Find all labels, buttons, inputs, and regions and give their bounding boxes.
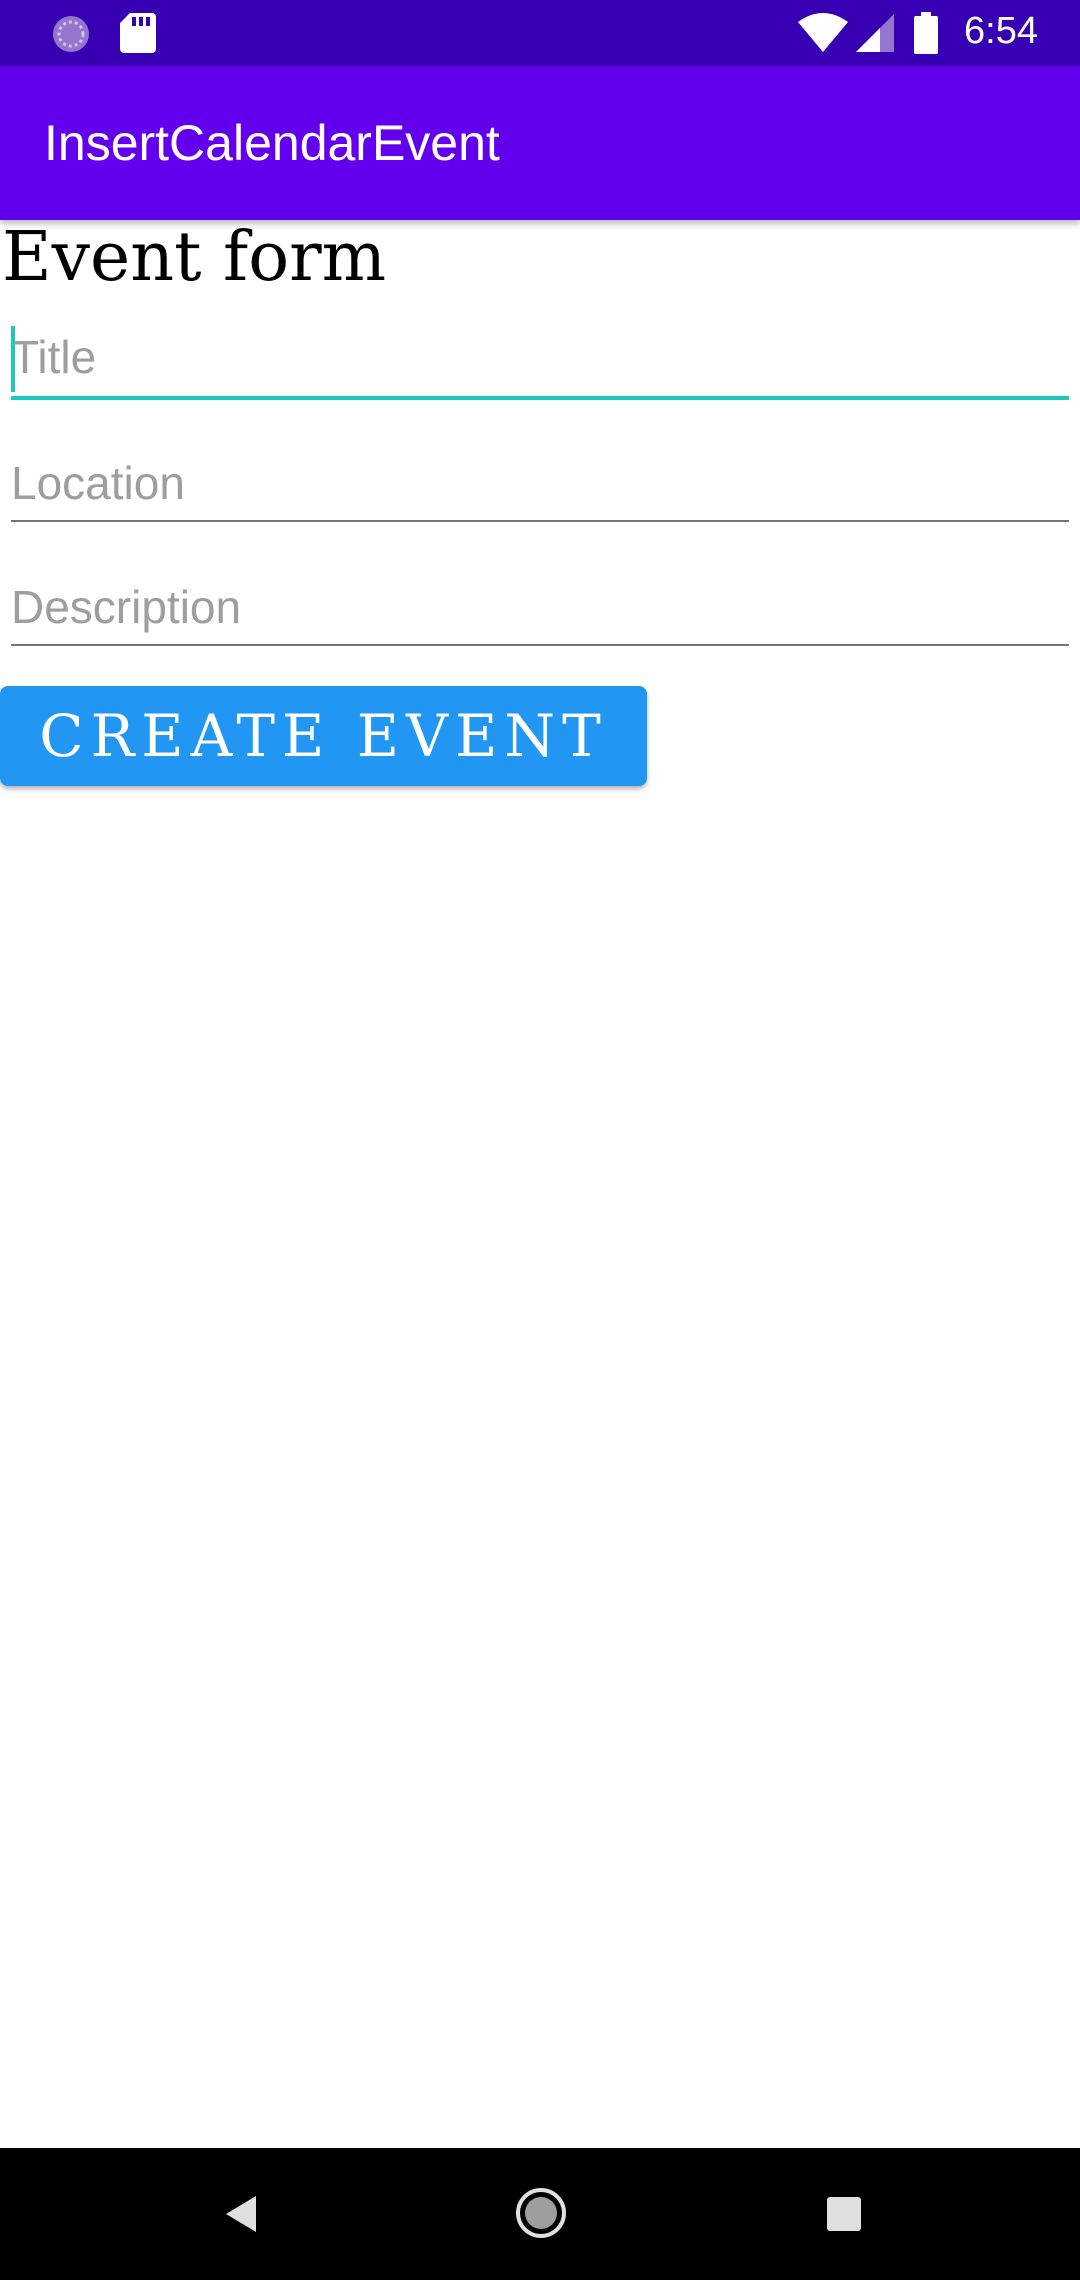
text-cursor bbox=[11, 326, 15, 392]
screen: 6:54 InsertCalendarEvent Event form CREA… bbox=[0, 0, 1080, 2280]
create-event-button[interactable]: CREATE EVENT bbox=[0, 686, 647, 786]
status-time: 6:54 bbox=[964, 10, 1038, 52]
back-icon[interactable] bbox=[218, 2188, 270, 2240]
title-underline bbox=[11, 396, 1069, 400]
sync-icon bbox=[50, 13, 92, 60]
description-underline bbox=[11, 644, 1069, 646]
navigation-bar bbox=[0, 2148, 1080, 2280]
description-input[interactable] bbox=[11, 568, 1069, 646]
home-icon[interactable] bbox=[514, 2186, 566, 2238]
app-bar: InsertCalendarEvent bbox=[0, 66, 1080, 220]
form-heading: Event form bbox=[2, 218, 387, 297]
signal-icon bbox=[856, 14, 894, 57]
location-input[interactable] bbox=[11, 444, 1069, 522]
recents-icon[interactable] bbox=[818, 2188, 870, 2240]
status-bar: 6:54 bbox=[0, 0, 1080, 66]
title-input[interactable] bbox=[11, 318, 1069, 396]
location-underline bbox=[11, 520, 1069, 522]
sd-card-icon bbox=[120, 13, 156, 58]
battery-icon bbox=[914, 12, 938, 59]
app-title: InsertCalendarEvent bbox=[44, 115, 500, 171]
wifi-icon bbox=[798, 12, 848, 57]
